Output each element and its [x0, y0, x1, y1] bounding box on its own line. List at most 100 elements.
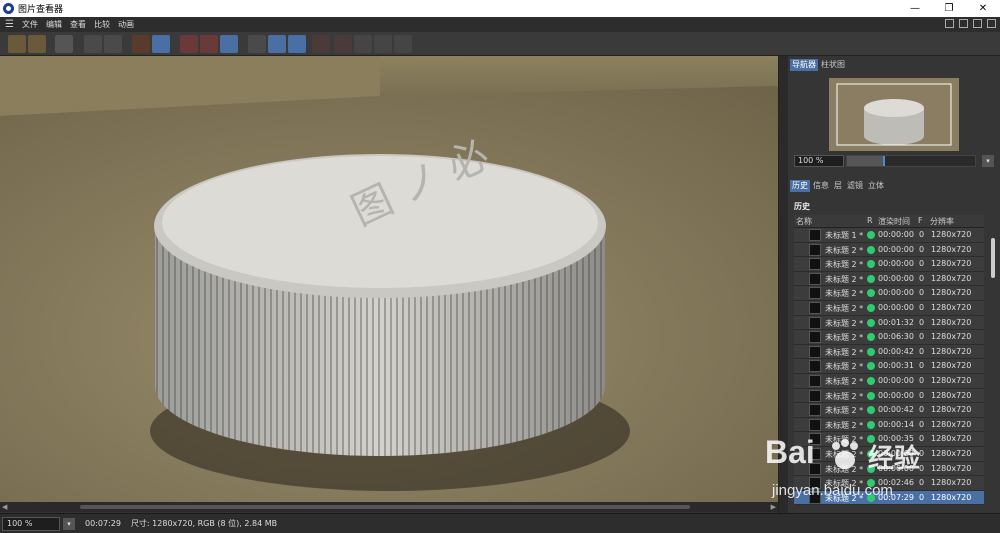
set-a-icon[interactable]	[312, 35, 330, 53]
tab-layers[interactable]: 层	[832, 180, 844, 192]
render-active-icon[interactable]	[152, 35, 170, 53]
camera-icon[interactable]	[220, 35, 238, 53]
render-status-dot	[867, 420, 875, 429]
expand-icon[interactable]	[987, 19, 996, 28]
view-mode-icon[interactable]	[180, 35, 198, 53]
history-frame: 0	[919, 478, 925, 488]
scroll-right-icon[interactable]: ▶	[771, 503, 776, 511]
menu-animation[interactable]: 动画	[118, 19, 134, 30]
stop-render-icon[interactable]	[132, 35, 150, 53]
history-render-time: 00:00:31	[878, 361, 914, 371]
col-render-time[interactable]: 渲染时间	[878, 216, 910, 227]
history-render-time: 00:00:35	[878, 434, 914, 444]
tab-filters[interactable]: 滤镜	[845, 180, 865, 192]
navigator-dropdown-icon[interactable]: ▾	[982, 155, 994, 167]
menu-view[interactable]: 查看	[70, 19, 86, 30]
history-render-time: 00:00:00	[878, 244, 914, 254]
horizontal-scrollbar[interactable]: ◀ ▶	[0, 502, 778, 512]
history-row[interactable]: 未标题 2 * 00:00:00 0 1280x720	[794, 446, 984, 462]
history-row[interactable]: 未标题 2 * 00:00:00 0 1280x720	[794, 271, 984, 287]
history-resolution: 1280x720	[931, 463, 972, 473]
history-row[interactable]: 未标题 2 * 00:02:46 0 1280x720	[794, 476, 984, 491]
zoom-dropdown-icon[interactable]: ▾	[63, 517, 75, 530]
render-icon[interactable]	[55, 35, 73, 53]
new-window-icon[interactable]	[959, 19, 968, 28]
history-resolution: 1280x720	[931, 346, 972, 356]
navigator-thumbnail[interactable]	[829, 78, 959, 151]
history-row[interactable]: 未标题 2 * 00:00:00 0 1280x720	[794, 388, 984, 404]
history-scrollbar[interactable]	[988, 228, 998, 506]
fit-icon[interactable]	[268, 35, 286, 53]
panel-layout-icon[interactable]	[945, 19, 954, 28]
history-resolution: 1280x720	[931, 419, 972, 429]
render-queue-icon[interactable]	[104, 35, 122, 53]
history-row[interactable]: 未标题 2 * 00:00:42 0 1280x720	[794, 403, 984, 418]
history-section-title: 历史	[794, 202, 810, 211]
render-viewport[interactable]: 图 ノ 必	[0, 56, 778, 502]
history-render-time: 00:00:00	[878, 463, 914, 473]
history-row[interactable]: 未标题 2 * 00:00:00 0 1280x720	[794, 461, 984, 477]
history-row[interactable]: 未标题 2 * 00:00:00 0 1280x720	[794, 373, 984, 389]
move-icon[interactable]	[973, 19, 982, 28]
view-mode-2-icon[interactable]	[200, 35, 218, 53]
swap-icon[interactable]	[354, 35, 372, 53]
history-scrollbar-thumb[interactable]	[991, 238, 995, 278]
slider-handle[interactable]	[882, 156, 885, 166]
minimize-button[interactable]: —	[898, 0, 932, 17]
col-r[interactable]: R	[867, 216, 873, 225]
render-thumbnail	[809, 243, 821, 256]
history-name: 未标题 2 *	[825, 449, 864, 459]
col-name[interactable]: 名称	[796, 216, 812, 227]
close-button[interactable]: ✕	[966, 0, 1000, 17]
render-status-dot	[867, 435, 875, 444]
restore-button[interactable]: ❐	[932, 0, 966, 17]
history-render-time: 00:00:14	[878, 419, 914, 429]
history-resolution: 1280x720	[931, 448, 972, 458]
panel-splitter[interactable]	[778, 56, 788, 513]
col-resolution[interactable]: 分辨率	[930, 216, 954, 227]
tab-info[interactable]: 信息	[811, 180, 831, 192]
history-name: 未标题 2 *	[825, 464, 864, 474]
menu-compare[interactable]: 比较	[94, 19, 110, 30]
history-row[interactable]: 未标题 2 * 00:06:30 0 1280x720	[794, 330, 984, 345]
save-icon[interactable]	[28, 35, 46, 53]
history-row[interactable]: 未标题 2 * 00:00:14 0 1280x720	[794, 417, 984, 433]
menu-file[interactable]: 文件	[22, 19, 38, 30]
history-frame: 0	[919, 346, 925, 356]
history-row[interactable]: 未标题 2 * 00:00:00 0 1280x720	[794, 242, 984, 258]
zoom-field[interactable]: 100 %	[2, 516, 60, 531]
history-render-time: 00:00:42	[878, 346, 914, 356]
tab-histogram[interactable]: 柱状图	[819, 59, 847, 71]
history-row[interactable]: 未标题 2 * 00:00:31 0 1280x720	[794, 359, 984, 374]
open-icon[interactable]	[8, 35, 26, 53]
history-row[interactable]: 未标题 2 * 00:00:00 0 1280x720	[794, 286, 984, 301]
render-thumbnail	[809, 229, 821, 241]
menu-edit[interactable]: 编辑	[46, 19, 62, 30]
navigator-zoom-field[interactable]: 100 %	[794, 155, 844, 167]
tab-navigator[interactable]: 导航器	[790, 59, 818, 71]
history-row[interactable]: 未标题 1 * 00:00:00 0 1280x720	[794, 228, 984, 243]
history-row[interactable]: 未标题 2 * 00:00:00 0 1280x720	[794, 300, 984, 316]
render-thumbnail	[809, 287, 821, 300]
history-row[interactable]: 未标题 2 * 00:00:35 0 1280x720	[794, 432, 984, 447]
hamburger-menu-icon[interactable]: ☰	[5, 19, 15, 30]
scrollbar-thumb[interactable]	[80, 505, 690, 509]
history-list[interactable]: 未标题 1 * 00:00:00 0 1280x720 未标题 2 * 00:00:00 0…	[794, 228, 984, 506]
tab-stereo[interactable]: 立体	[866, 180, 886, 192]
tab-history[interactable]: 历史	[790, 180, 810, 192]
history-row[interactable]: 未标题 2 * 00:07:29 0 1280x720	[794, 490, 984, 506]
history-resolution: 1280x720	[931, 244, 972, 254]
split-icon[interactable]	[374, 35, 392, 53]
region-render-icon[interactable]	[84, 35, 102, 53]
diff-icon[interactable]	[394, 35, 412, 53]
col-f[interactable]: F	[918, 216, 923, 225]
render-status-dot	[867, 347, 875, 356]
history-row[interactable]: 未标题 2 * 00:00:42 0 1280x720	[794, 344, 984, 360]
history-row[interactable]: 未标题 2 * 00:01:32 0 1280x720	[794, 315, 984, 331]
scroll-left-icon[interactable]: ◀	[2, 503, 7, 511]
navigator-zoom-slider[interactable]	[846, 155, 976, 167]
zoom-fit-icon[interactable]	[288, 35, 306, 53]
history-row[interactable]: 未标题 2 * 00:00:00 0 1280x720	[794, 257, 984, 272]
set-b-icon[interactable]	[334, 35, 352, 53]
compare-icon[interactable]	[248, 35, 266, 53]
